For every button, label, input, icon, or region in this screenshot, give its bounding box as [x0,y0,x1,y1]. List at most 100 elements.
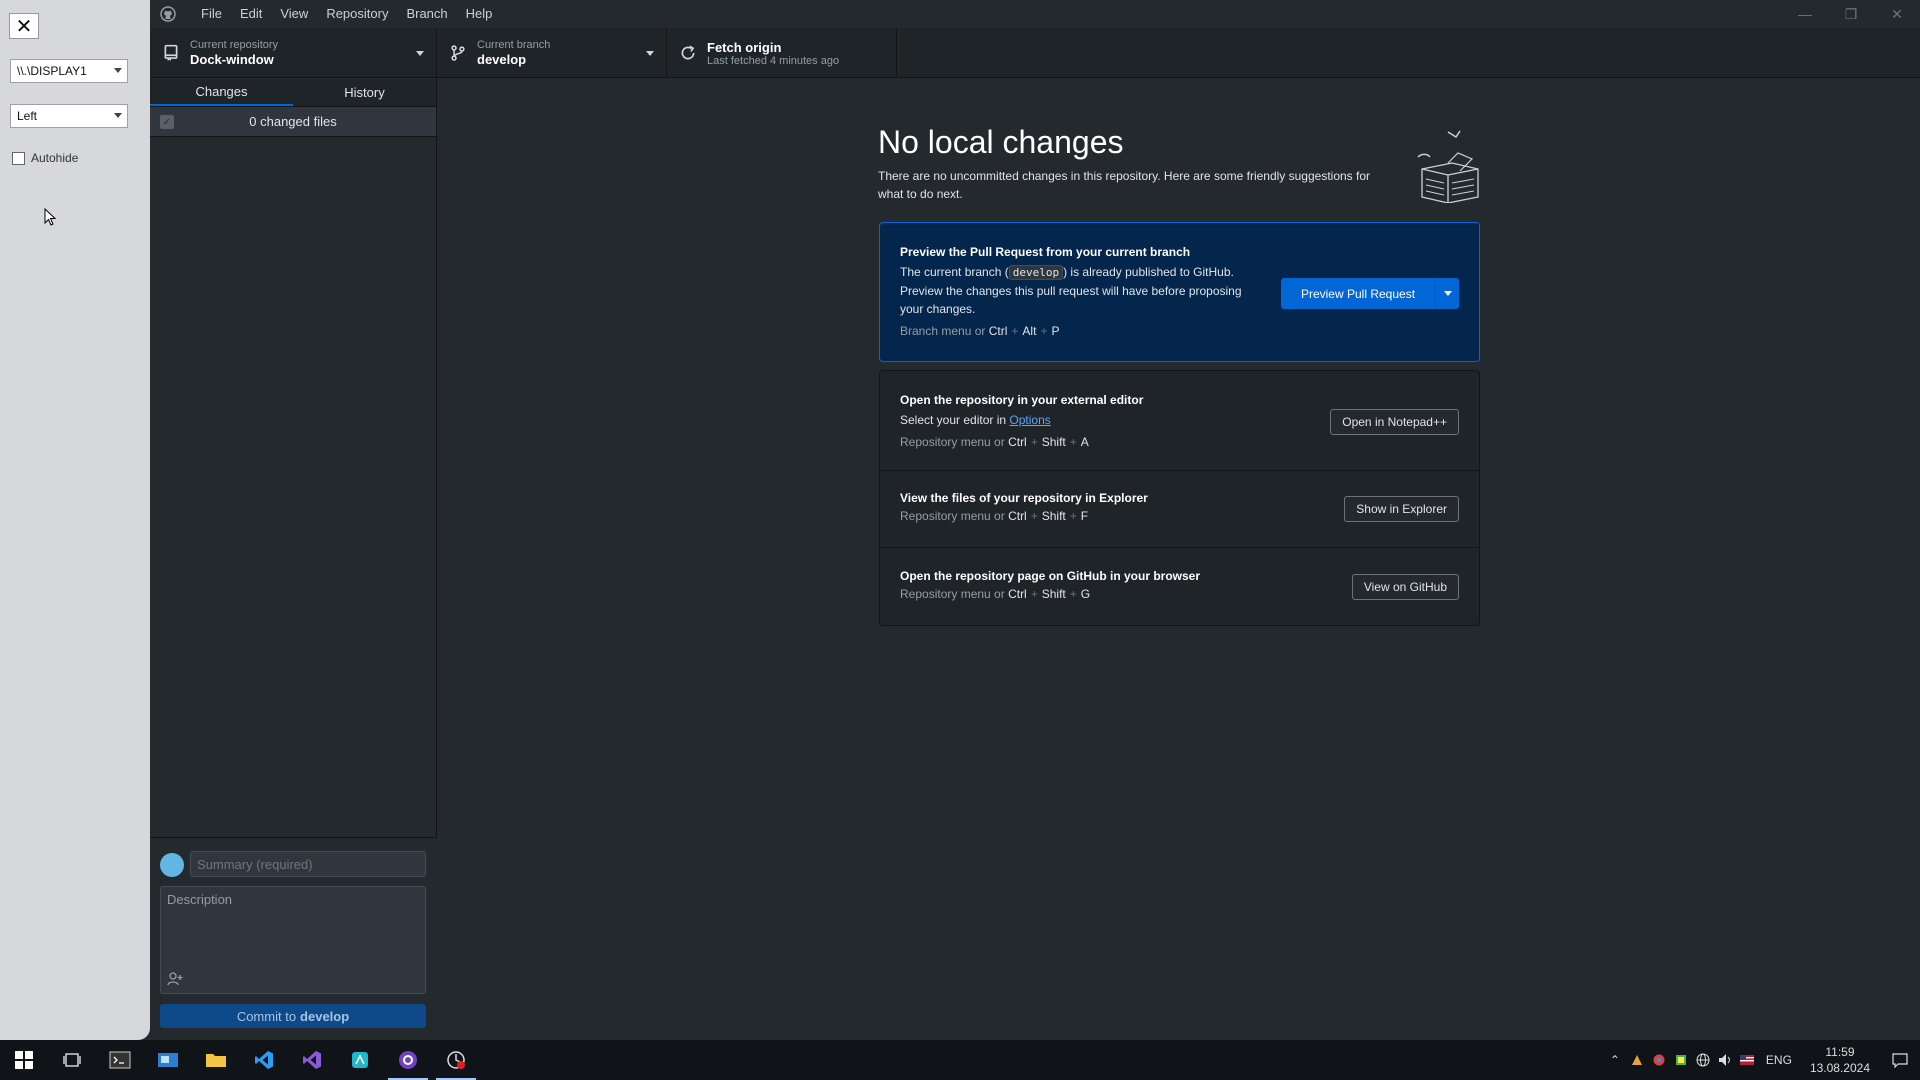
clock[interactable]: 11:59 13.08.2024 [1800,1044,1880,1076]
vscode-icon [255,1051,273,1069]
menu-view[interactable]: View [271,0,317,28]
close-icon[interactable]: ✕ [9,13,39,39]
page-title: No local changes [878,124,1124,160]
fetch-title: Fetch origin [707,39,782,55]
chrome-tray-icon[interactable] [1648,1040,1670,1080]
tray-app-icon-2[interactable] [1670,1040,1692,1080]
fetch-origin-button[interactable]: Fetch origin Last fetched 4 minutes ago [667,28,897,78]
network-icon[interactable] [1692,1040,1714,1080]
taskbar-terminal[interactable] [96,1040,144,1080]
shortcut-prefix: Repository menu or [900,509,1005,523]
shortcut-key: Ctrl [1008,435,1027,449]
dock-panel: ✕ \\.\DISPLAY1 Left Autohide [0,0,150,1040]
start-button[interactable] [0,1040,48,1080]
task-view-button[interactable] [48,1040,96,1080]
taskbar-sourcetree[interactable] [336,1040,384,1080]
github-desktop-icon [399,1051,417,1069]
shortcut-prefix: Repository menu or [900,587,1005,601]
branch-code: develop [1008,265,1064,280]
shortcut-key: P [1051,324,1060,338]
minimize-icon[interactable]: — [1782,0,1828,28]
changes-sidebar: Changes History ✓ 0 changed files Descri… [150,79,437,1040]
flag-icon[interactable] [1736,1040,1758,1080]
taskbar-vscode[interactable] [240,1040,288,1080]
view-on-github-button[interactable]: View on GitHub [1351,574,1459,600]
branch-name: develop [477,52,527,67]
shortcut-key: Shift [1041,435,1066,449]
taskbar-recorder[interactable] [432,1040,480,1080]
tray-app-icon[interactable] [1626,1040,1648,1080]
chevron-down-icon [646,51,654,56]
no-changes-header: No local changes There are no uncommitte… [878,124,1478,203]
pr-text-part: ) is already published to GitHub. [1063,265,1234,279]
editor-suggestion: Open the repository in your external edi… [880,371,1479,471]
shortcut-key: Alt [1022,324,1037,338]
chevron-down-icon [114,113,122,118]
fetch-subtitle: Last fetched 4 minutes ago [707,54,840,67]
pr-dropdown-button[interactable] [1435,278,1459,309]
shortcut-key: Ctrl [988,324,1008,338]
preview-pull-request-label[interactable]: Preview Pull Request [1281,278,1435,309]
pr-text-part: The current branch ( [900,265,1009,279]
description-field[interactable]: Description [160,886,426,994]
repo-name: Dock-window [190,52,274,67]
page-description: There are no uncommitted changes in this… [878,169,1371,201]
volume-icon[interactable] [1714,1040,1736,1080]
folder-icon [206,1054,226,1067]
pr-shortcut: Branch menu or Ctrl + Alt + P [900,324,1060,338]
language-indicator[interactable]: ENG [1758,1053,1800,1067]
editor-text-pre: Select your editor in [900,413,1007,427]
side-select[interactable]: Left [10,104,128,128]
open-in-editor-button[interactable]: Open in Notepad++ [1330,409,1459,435]
sidebar-tabs: Changes History [150,79,436,107]
autohide-checkbox[interactable]: Autohide [12,151,78,165]
chevron-down-icon [1443,291,1452,296]
windows-logo-icon [15,1051,33,1069]
window-close-icon[interactable]: ✕ [1874,0,1920,28]
taskbar-github-desktop[interactable] [384,1040,432,1080]
suggestions-card: Open the repository in your external edi… [879,370,1480,626]
menu-help[interactable]: Help [457,0,502,28]
restore-icon[interactable]: ❐ [1828,0,1874,28]
repo-label: Current repository [190,39,279,51]
commit-button-branch: develop [300,1008,350,1024]
shortcut-key: A [1080,435,1089,449]
taskbar-remote-desktop[interactable] [144,1040,192,1080]
tab-history[interactable]: History [293,79,436,106]
menu-edit[interactable]: Edit [231,0,271,28]
add-coauthor-icon[interactable] [167,971,183,987]
clock-date: 13.08.2024 [1809,1061,1870,1075]
preview-pull-request-button[interactable]: Preview Pull Request [1281,278,1459,309]
taskbar-visual-studio[interactable] [288,1040,336,1080]
display-select-value: \\.\DISPLAY1 [17,64,87,78]
changed-files-count: 0 changed files [249,114,337,129]
notification-icon[interactable] [1880,1040,1920,1080]
mouse-cursor-icon [44,208,56,226]
chevron-up-icon[interactable]: ⌃ [1604,1040,1626,1080]
sync-icon [681,45,695,60]
current-branch-button[interactable]: Current branch develop [437,28,667,78]
menu-repository[interactable]: Repository [317,0,397,28]
toolbar: Current repository Dock-window Current b… [150,28,1920,78]
shortcut-key: Shift [1041,509,1066,523]
display-select[interactable]: \\.\DISPLAY1 [10,59,128,83]
current-repository-button[interactable]: Current repository Dock-window [150,28,437,78]
task-view-icon [63,1053,81,1067]
menu-file[interactable]: File [192,0,231,28]
show-in-explorer-button[interactable]: Show in Explorer [1344,496,1459,522]
screen-recorder-icon [447,1051,465,1069]
options-link[interactable]: Options [1009,413,1050,427]
taskbar-file-explorer[interactable] [192,1040,240,1080]
shortcut-prefix: Repository menu or [900,435,1005,449]
menu-branch[interactable]: Branch [397,0,456,28]
autohide-label: Autohide [31,151,79,165]
commit-button[interactable]: Commit to develop [160,1004,426,1028]
taskbar: ⌃ ENG 11:59 13.08.2024 [0,1040,1920,1080]
branch-icon [451,45,465,61]
checkbox-box[interactable] [12,151,25,165]
tab-changes[interactable]: Changes [150,79,293,106]
system-tray: ⌃ ENG 11:59 13.08.2024 [1604,1040,1920,1080]
select-all-checkbox[interactable]: ✓ [160,115,174,129]
summary-input[interactable] [190,851,426,877]
preview-pull-request-card: Preview the Pull Request from your curre… [879,222,1480,362]
